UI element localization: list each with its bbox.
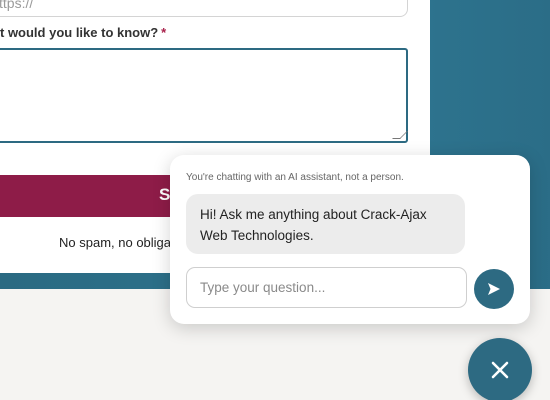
resize-handle-icon[interactable] <box>392 131 408 139</box>
send-arrow-icon <box>488 283 500 295</box>
required-marker: * <box>161 25 167 40</box>
chat-question-input[interactable] <box>187 268 466 307</box>
no-spam-note: No spam, no obliga <box>59 235 172 250</box>
chat-question-field[interactable] <box>186 267 467 308</box>
assistant-message-bubble: Hi! Ask me anything about Crack-Ajax Web… <box>186 194 465 254</box>
chat-widget-panel: You're chatting with an AI assistant, no… <box>170 155 530 324</box>
question-label-text: t would you like to know? <box>0 25 159 40</box>
website-url-placeholder: ttps:// <box>0 0 34 11</box>
website-url-field[interactable]: ttps:// <box>0 0 408 17</box>
question-label: t would you like to know? * <box>0 25 166 40</box>
question-textarea[interactable] <box>0 48 408 143</box>
close-icon <box>491 361 509 379</box>
ai-assistant-notice: You're chatting with an AI assistant, no… <box>186 172 404 183</box>
chat-close-button[interactable] <box>468 338 532 400</box>
submit-button-label: S <box>159 185 171 204</box>
send-button[interactable] <box>474 269 514 309</box>
